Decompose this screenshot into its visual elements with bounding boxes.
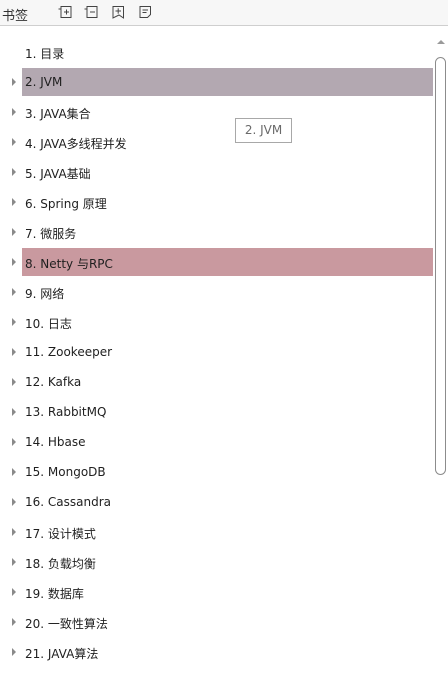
bookmark-panel-header: 书签 <box>0 0 448 26</box>
bookmark-label: 3. JAVA集合 <box>25 107 91 121</box>
bookmark-item[interactable]: 4. JAVA多线程并发 <box>22 128 433 156</box>
expand-caret-icon[interactable] <box>12 408 16 416</box>
expand-all-icon[interactable] <box>58 5 73 20</box>
expand-caret-icon[interactable] <box>12 318 16 326</box>
bookmark-item[interactable]: 17. 设计模式 <box>22 518 433 546</box>
bookmark-item[interactable]: 9. 网络 <box>22 278 433 306</box>
bookmark-item[interactable]: 19. 数据库 <box>22 578 433 606</box>
bookmark-tree: 1. 目录 2. JVM 3. JAVA集合 4. JAVA多线程并发 5. JAVA基… <box>0 26 448 679</box>
bookmark-label: 7. 微服务 <box>25 227 77 241</box>
bookmark-label: 19. 数据库 <box>25 587 84 601</box>
bookmark-label: 6. Spring 原理 <box>25 197 107 211</box>
bookmark-item[interactable]: 1. 目录 <box>22 38 433 66</box>
expand-caret-icon[interactable] <box>12 528 16 536</box>
bookmark-item[interactable]: 8. Netty 与RPC <box>22 248 433 276</box>
expand-caret-icon[interactable] <box>12 348 16 356</box>
scroll-up-arrow-icon[interactable] <box>437 40 445 44</box>
bookmark-label: 20. 一致性算法 <box>25 617 108 631</box>
bookmark-item[interactable]: 14. Hbase <box>22 428 433 456</box>
expand-caret-icon[interactable] <box>12 198 16 206</box>
bookmark-item[interactable]: 11. Zookeeper <box>22 338 433 366</box>
expand-caret-icon[interactable] <box>12 138 16 146</box>
panel-title: 书签 <box>2 9 29 24</box>
bookmark-label: 14. Hbase <box>25 435 86 449</box>
add-bookmark-icon[interactable] <box>111 5 126 20</box>
expand-caret-icon[interactable] <box>12 648 16 656</box>
bookmark-item[interactable]: 7. 微服务 <box>22 218 433 246</box>
bookmark-item[interactable]: 10. 日志 <box>22 308 433 336</box>
bookmark-item[interactable]: 2. JVM <box>22 68 433 96</box>
expand-caret-icon[interactable] <box>12 228 16 236</box>
expand-caret-icon[interactable] <box>12 168 16 176</box>
bookmark-item[interactable]: 12. Kafka <box>22 368 433 396</box>
expand-caret-icon[interactable] <box>12 498 16 506</box>
expand-caret-icon[interactable] <box>12 78 16 86</box>
bookmark-label: 5. JAVA基础 <box>25 167 91 181</box>
bookmark-item[interactable]: 20. 一致性算法 <box>22 608 433 636</box>
scrollbar-thumb[interactable] <box>435 57 446 475</box>
bookmark-label: 8. Netty 与RPC <box>25 257 113 271</box>
expand-caret-icon[interactable] <box>12 378 16 386</box>
expand-caret-icon[interactable] <box>12 438 16 446</box>
bookmark-label: 15. MongoDB <box>25 465 106 479</box>
expand-caret-icon[interactable] <box>12 258 16 266</box>
collapse-all-icon[interactable] <box>84 5 99 20</box>
bookmark-item[interactable]: 6. Spring 原理 <box>22 188 433 216</box>
bookmark-tooltip: 2. JVM <box>235 118 292 143</box>
expand-caret-icon[interactable] <box>12 618 16 626</box>
bookmark-label: 1. 目录 <box>25 47 65 61</box>
bookmark-label: 12. Kafka <box>25 375 82 389</box>
bookmark-item[interactable]: 21. JAVA算法 <box>22 638 433 666</box>
bookmark-item[interactable]: 13. RabbitMQ <box>22 398 433 426</box>
bookmark-label: 10. 日志 <box>25 317 72 331</box>
expand-caret-icon[interactable] <box>12 558 16 566</box>
bookmark-label: 4. JAVA多线程并发 <box>25 137 127 151</box>
bookmark-label: 9. 网络 <box>25 287 65 301</box>
bookmark-label: 18. 负载均衡 <box>25 557 96 571</box>
expand-caret-icon[interactable] <box>12 468 16 476</box>
bookmark-label: 17. 设计模式 <box>25 527 96 541</box>
bookmark-options-icon[interactable] <box>138 5 153 20</box>
bookmark-item[interactable]: 15. MongoDB <box>22 458 433 486</box>
expand-caret-icon[interactable] <box>12 288 16 296</box>
bookmark-item[interactable]: 3. JAVA集合 <box>22 98 433 126</box>
bookmark-label: 16. Cassandra <box>25 495 111 509</box>
bookmark-label: 11. Zookeeper <box>25 345 113 359</box>
expand-caret-icon[interactable] <box>12 108 16 116</box>
bookmark-label: 2. JVM <box>25 75 63 89</box>
expand-caret-icon[interactable] <box>12 588 16 596</box>
bookmark-label: 21. JAVA算法 <box>25 647 99 661</box>
bookmark-item[interactable]: 5. JAVA基础 <box>22 158 433 186</box>
bookmark-item[interactable]: 18. 负载均衡 <box>22 548 433 576</box>
bookmark-label: 13. RabbitMQ <box>25 405 107 419</box>
bookmark-item[interactable]: 16. Cassandra <box>22 488 433 516</box>
